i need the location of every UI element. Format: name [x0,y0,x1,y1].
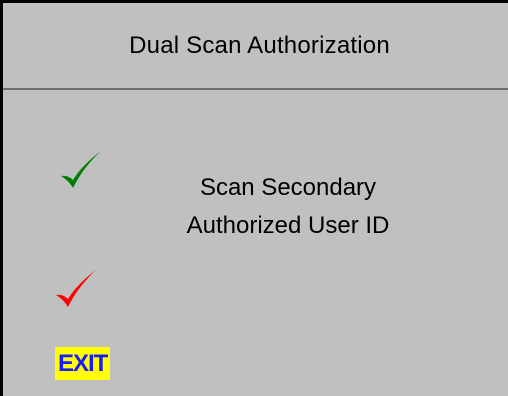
scan-prompt: Scan Secondary Authorized User ID [143,169,433,245]
prompt-line-2: Authorized User ID [186,212,390,239]
green-checkmark-icon [58,148,102,192]
title-bar: Dual Scan Authorization [3,3,508,90]
exit-button[interactable]: EXIT [55,347,111,380]
red-checkmark-icon [53,267,97,311]
dual-scan-dialog: Dual Scan Authorization Scan Secondary A… [0,0,508,396]
dialog-title: Dual Scan Authorization [129,31,390,59]
prompt-line-1: Scan Secondary [199,174,377,201]
